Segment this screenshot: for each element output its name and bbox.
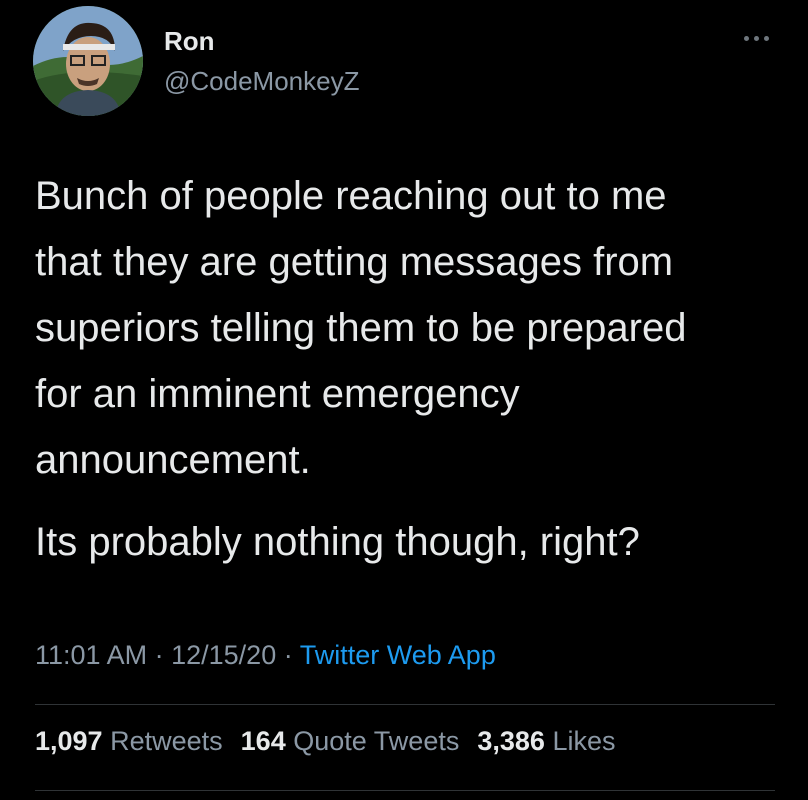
tweet-source-link[interactable]: Twitter Web App [300, 640, 496, 670]
avatar-photo [33, 6, 143, 116]
engagement-stats: 1,097 Retweets 164 Quote Tweets 3,386 Li… [35, 726, 615, 757]
meta-separator: · [283, 640, 293, 670]
tweet-body: Bunch of people reaching out to me that … [35, 163, 795, 575]
divider [35, 704, 775, 705]
more-dot [763, 35, 769, 41]
tweet-card: Ron @CodeMonkeyZ Bunch of people reachin… [0, 0, 808, 800]
author-display-name[interactable]: Ron [164, 26, 215, 57]
quote-tweets-label: Quote Tweets [293, 726, 460, 756]
tweet-metadata: 11:01 AM · 12/15/20 · Twitter Web App [35, 640, 496, 671]
retweets-label: Retweets [110, 726, 223, 756]
likes-label: Likes [552, 726, 616, 756]
retweets-count: 1,097 [35, 726, 103, 756]
avatar[interactable] [33, 6, 143, 116]
retweets-stat[interactable]: 1,097 Retweets [35, 726, 223, 757]
meta-separator: · [154, 640, 164, 670]
likes-stat[interactable]: 3,386 Likes [477, 726, 615, 757]
author-handle[interactable]: @CodeMonkeyZ [164, 66, 359, 97]
tweet-text-paragraph: Bunch of people reaching out to me that … [35, 174, 687, 482]
tweet-time[interactable]: 11:01 AM [35, 640, 147, 670]
more-dot [753, 35, 759, 41]
more-options-icon[interactable] [736, 28, 776, 48]
tweet-text-paragraph: Its probably nothing though, right? [35, 520, 640, 564]
likes-count: 3,386 [477, 726, 545, 756]
quote-tweets-stat[interactable]: 164 Quote Tweets [241, 726, 460, 757]
quote-tweets-count: 164 [240, 726, 286, 756]
divider [35, 790, 775, 791]
tweet-date[interactable]: 12/15/20 [171, 640, 276, 670]
more-dot [743, 35, 749, 41]
